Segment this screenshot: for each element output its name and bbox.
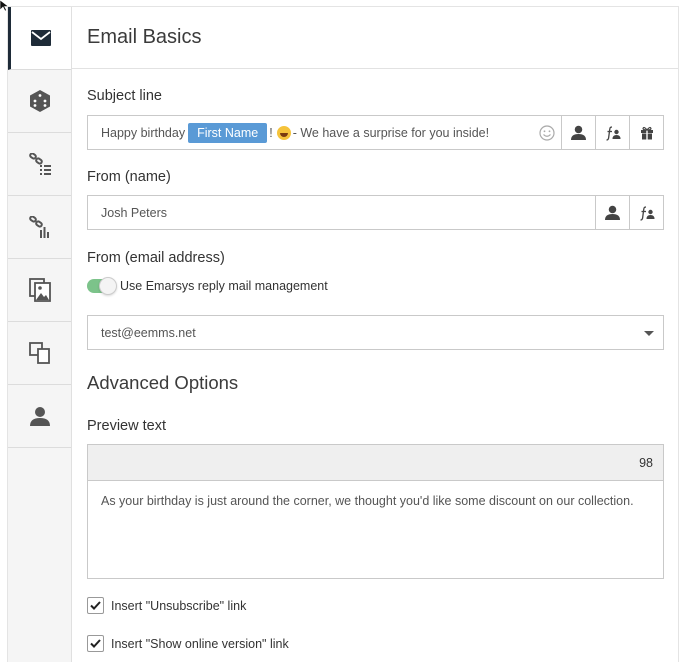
subject-line-input[interactable]: Happy birthday First Name ! - We have a … (88, 116, 533, 149)
preview-char-counter: 98 (87, 444, 664, 480)
person-icon (571, 125, 586, 140)
dice-icon (29, 90, 50, 112)
page-title: Email Basics (87, 26, 202, 48)
smiley-icon (539, 124, 555, 141)
insert-function-button[interactable] (595, 116, 629, 149)
from-email-select[interactable]: test@eemms.net (87, 315, 664, 350)
sidebar (8, 7, 72, 662)
from-name-input[interactable]: Josh Peters (88, 196, 595, 229)
from-name-label: From (name) (87, 169, 171, 185)
online-version-label: Insert "Show online version" link (111, 636, 289, 651)
checkmark-icon (90, 639, 101, 648)
main-content: Email Basics Subject line Happy birthday… (72, 7, 678, 662)
sidebar-item-images[interactable] (8, 259, 71, 322)
preview-text-label: Preview text (87, 418, 166, 434)
unsubscribe-label: Insert "Unsubscribe" link (111, 598, 247, 613)
reply-management-toggle-row[interactable]: Use Emarsys reply mail management (87, 277, 328, 295)
insert-function-button[interactable] (629, 196, 663, 229)
devices-icon (28, 342, 50, 364)
sidebar-item-email-basics[interactable] (8, 7, 71, 70)
sidebar-item-link-analytics[interactable] (8, 196, 71, 259)
function-person-icon (639, 205, 654, 221)
subject-text-before: Happy birthday (101, 125, 186, 140)
sidebar-item-personalization[interactable] (8, 70, 71, 133)
checkmark-icon (90, 601, 101, 610)
email-editor-panel: Email Basics Subject line Happy birthday… (7, 6, 679, 662)
function-person-icon (605, 125, 620, 141)
subject-line-label: Subject line (87, 88, 162, 104)
chevron-down-icon (644, 331, 654, 336)
person-icon (605, 205, 620, 220)
link-list-icon (28, 153, 51, 175)
from-email-selected: test@eemms.net (101, 325, 196, 340)
reply-management-toggle[interactable] (87, 277, 117, 295)
person-icon (29, 407, 50, 426)
from-email-label: From (email address) (87, 250, 225, 266)
page-header: Email Basics (72, 7, 678, 69)
subject-line-field[interactable]: Happy birthday First Name ! - We have a … (87, 115, 664, 150)
subject-text-exclaim: ! (269, 125, 273, 140)
images-icon (28, 278, 51, 302)
preview-text-input[interactable]: As your birthday is just around the corn… (87, 480, 664, 579)
unsubscribe-link-option[interactable]: Insert "Unsubscribe" link (87, 597, 246, 614)
online-version-link-option[interactable]: Insert "Show online version" link (87, 635, 289, 652)
char-count: 98 (639, 455, 653, 470)
insert-personalization-button[interactable] (561, 116, 595, 149)
from-name-field[interactable]: Josh Peters (87, 195, 664, 230)
first-name-token[interactable]: First Name (188, 122, 268, 143)
envelope-icon (31, 30, 51, 46)
gift-icon (640, 126, 653, 140)
grinning-emoji-icon (276, 125, 291, 140)
sidebar-item-devices[interactable] (8, 322, 71, 385)
online-version-checkbox[interactable] (87, 635, 104, 652)
insert-voucher-button[interactable] (629, 116, 663, 149)
subject-text-after: - We have a surprise for you inside! (292, 125, 490, 140)
reply-management-label: Use Emarsys reply mail management (120, 279, 328, 293)
sidebar-item-contacts[interactable] (8, 385, 71, 448)
link-chart-icon (28, 216, 49, 238)
toggle-knob (99, 277, 117, 295)
unsubscribe-checkbox[interactable] (87, 597, 104, 614)
emoji-picker-button[interactable] (533, 116, 561, 149)
sidebar-item-link-tracking[interactable] (8, 133, 71, 196)
insert-personalization-button[interactable] (595, 196, 629, 229)
advanced-options-title: Advanced Options (87, 372, 239, 393)
